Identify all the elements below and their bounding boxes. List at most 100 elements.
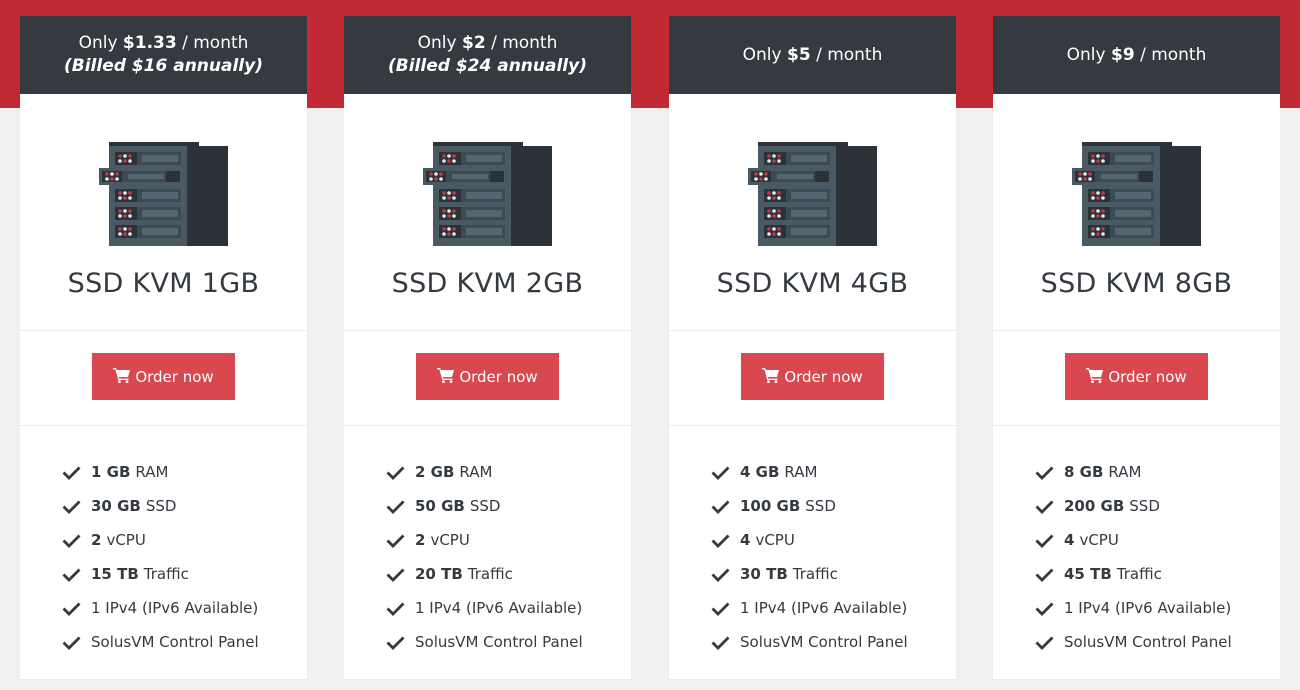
order-now-label: Order now bbox=[784, 367, 863, 386]
checkmark-icon bbox=[386, 533, 415, 548]
plan-name: SSD KVM 1GB bbox=[67, 268, 260, 299]
feature-traffic: 20 TB Traffic bbox=[386, 557, 631, 591]
plan-name: SSD KVM 4GB bbox=[716, 268, 909, 299]
feature-label: RAM bbox=[459, 463, 493, 481]
feature-value: 15 TB bbox=[91, 565, 139, 583]
feature-vcpu: 2 vCPU bbox=[386, 523, 631, 557]
order-area: Order now bbox=[20, 331, 307, 426]
plan-price-header: Only $5 / month bbox=[669, 16, 956, 94]
plan-hero: SSD KVM 1GB bbox=[20, 94, 307, 331]
checkmark-icon bbox=[711, 465, 740, 480]
shopping-cart-icon bbox=[113, 367, 131, 387]
feature-value: 2 bbox=[415, 531, 426, 549]
plan-card-1gb: Only $1.33 / month (Billed $16 annually) bbox=[20, 16, 307, 679]
feature-label: Traffic bbox=[467, 565, 513, 583]
feature-list: 4 GB RAM 100 GB SSD 4 vCPU 30 TB Traffic… bbox=[669, 426, 956, 659]
feature-value: 2 bbox=[91, 531, 102, 549]
plan-name: SSD KVM 2GB bbox=[391, 268, 584, 299]
feature-list: 2 GB RAM 50 GB SSD 2 vCPU 20 TB Traffic … bbox=[344, 426, 631, 659]
server-rack-icon bbox=[747, 136, 879, 250]
feature-value: 4 bbox=[1064, 531, 1075, 549]
feature-value: 20 TB bbox=[415, 565, 463, 583]
pricing-cards: Only $1.33 / month (Billed $16 annually) bbox=[20, 16, 1280, 690]
feature-vcpu: 4 vCPU bbox=[1035, 523, 1280, 557]
checkmark-icon bbox=[62, 567, 91, 582]
price-amount: $1.33 bbox=[122, 33, 177, 53]
feature-label: vCPU bbox=[755, 531, 795, 549]
price-prefix: Only bbox=[742, 44, 782, 65]
checkmark-icon bbox=[62, 533, 91, 548]
price-amount: $5 bbox=[786, 44, 811, 65]
feature-control-panel: SolusVM Control Panel bbox=[386, 625, 631, 659]
shopping-cart-icon bbox=[1086, 367, 1104, 387]
checkmark-icon bbox=[386, 499, 415, 514]
server-rack-icon bbox=[422, 136, 554, 250]
checkmark-icon bbox=[711, 635, 740, 650]
feature-list: 1 GB RAM 30 GB SSD 2 vCPU 15 TB Traffic … bbox=[20, 426, 307, 659]
feature-ram: 1 GB RAM bbox=[62, 455, 307, 489]
feature-vcpu: 4 vCPU bbox=[711, 523, 956, 557]
plan-price-header: Only $9 / month bbox=[993, 16, 1280, 94]
price-line: Only $5 / month bbox=[743, 44, 883, 67]
feature-label: RAM bbox=[1108, 463, 1142, 481]
shopping-cart-icon bbox=[437, 367, 455, 387]
feature-value: 1 GB bbox=[91, 463, 131, 481]
plan-card-8gb: Only $9 / month SSD KVM 8GB Order now 8 … bbox=[993, 16, 1280, 679]
feature-value: 30 GB bbox=[91, 497, 141, 515]
feature-value: 50 GB bbox=[415, 497, 465, 515]
feature-ram: 2 GB RAM bbox=[386, 455, 631, 489]
feature-control-panel: SolusVM Control Panel bbox=[711, 625, 956, 659]
order-now-button[interactable]: Order now bbox=[741, 353, 884, 400]
feature-value: 30 TB bbox=[740, 565, 788, 583]
checkmark-icon bbox=[1035, 499, 1064, 514]
order-now-label: Order now bbox=[135, 367, 214, 386]
feature-label: 1 IPv4 (IPv6 Available) bbox=[415, 599, 583, 617]
checkmark-icon bbox=[62, 635, 91, 650]
feature-label: vCPU bbox=[430, 531, 470, 549]
order-now-button[interactable]: Order now bbox=[92, 353, 235, 400]
feature-label: SSD bbox=[1129, 497, 1160, 515]
feature-label: Traffic bbox=[1116, 565, 1162, 583]
checkmark-icon bbox=[711, 533, 740, 548]
price-period: / month bbox=[1140, 44, 1207, 65]
feature-ssd: 200 GB SSD bbox=[1035, 489, 1280, 523]
feature-label: 1 IPv4 (IPv6 Available) bbox=[91, 599, 259, 617]
price-line: Only $1.33 / month bbox=[79, 32, 249, 55]
order-now-label: Order now bbox=[459, 367, 538, 386]
feature-label: RAM bbox=[784, 463, 818, 481]
feature-vcpu: 2 vCPU bbox=[62, 523, 307, 557]
order-area: Order now bbox=[344, 331, 631, 426]
checkmark-icon bbox=[62, 465, 91, 480]
feature-ssd: 50 GB SSD bbox=[386, 489, 631, 523]
feature-label: SolusVM Control Panel bbox=[415, 633, 583, 651]
shopping-cart-icon bbox=[762, 367, 780, 387]
feature-label: SolusVM Control Panel bbox=[1064, 633, 1232, 651]
checkmark-icon bbox=[711, 567, 740, 582]
feature-label: 1 IPv4 (IPv6 Available) bbox=[740, 599, 908, 617]
feature-traffic: 30 TB Traffic bbox=[711, 557, 956, 591]
feature-value: 200 GB bbox=[1064, 497, 1125, 515]
plan-hero: SSD KVM 8GB bbox=[993, 94, 1280, 331]
feature-value: 2 GB bbox=[415, 463, 455, 481]
order-area: Order now bbox=[669, 331, 956, 426]
price-period: / month bbox=[816, 44, 883, 65]
price-amount: $9 bbox=[1110, 44, 1135, 65]
price-line: Only $9 / month bbox=[1067, 44, 1207, 67]
checkmark-icon bbox=[1035, 567, 1064, 582]
server-rack-icon bbox=[1071, 136, 1203, 250]
checkmark-icon bbox=[711, 499, 740, 514]
order-now-button[interactable]: Order now bbox=[1065, 353, 1208, 400]
feature-label: Traffic bbox=[792, 565, 838, 583]
feature-ssd: 30 GB SSD bbox=[62, 489, 307, 523]
feature-label: Traffic bbox=[143, 565, 189, 583]
feature-label: vCPU bbox=[106, 531, 146, 549]
order-now-button[interactable]: Order now bbox=[416, 353, 559, 400]
feature-control-panel: SolusVM Control Panel bbox=[62, 625, 307, 659]
plan-card-2gb: Only $2 / month (Billed $24 annually) SS… bbox=[344, 16, 631, 679]
plan-price-header: Only $2 / month (Billed $24 annually) bbox=[344, 16, 631, 94]
feature-label: SSD bbox=[805, 497, 836, 515]
checkmark-icon bbox=[62, 499, 91, 514]
plan-card-4gb: Only $5 / month SSD KVM 4GB Order now 4 … bbox=[669, 16, 956, 679]
feature-traffic: 15 TB Traffic bbox=[62, 557, 307, 591]
price-prefix: Only bbox=[417, 33, 457, 53]
